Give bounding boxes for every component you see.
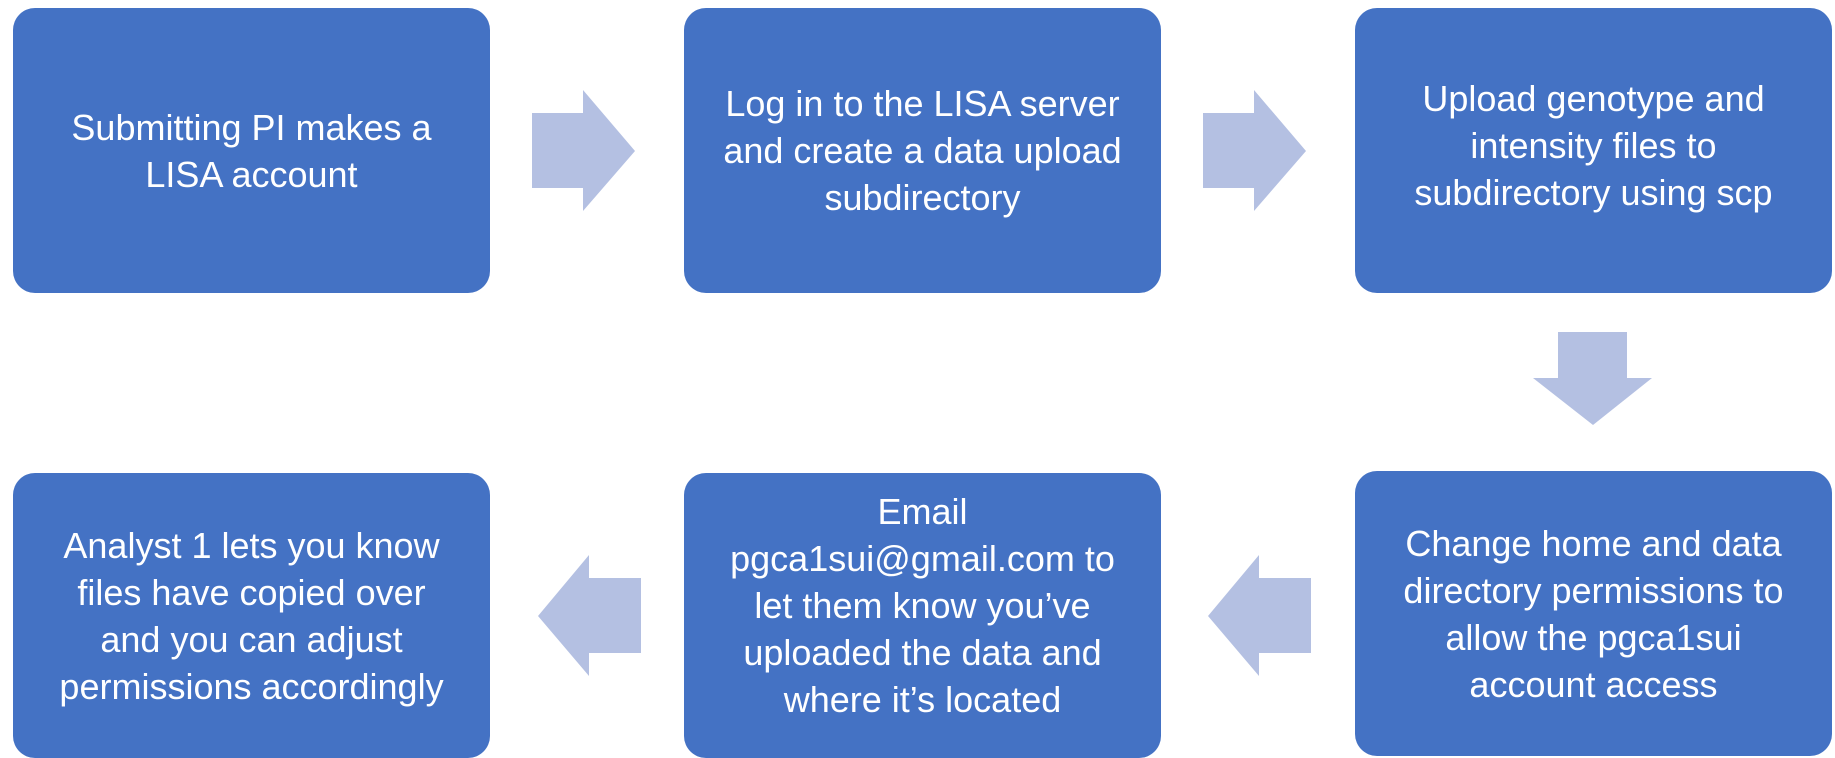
arrow-left-4-to-5: [1208, 555, 1311, 676]
step-2-text: Log in to the LISA server and create a d…: [723, 83, 1122, 218]
step-1-box: Submitting PI makes a LISA account: [13, 8, 490, 293]
arrow-left-5-to-6: [538, 555, 641, 676]
step-3-text: Upload genotype and intensity files to s…: [1414, 78, 1773, 213]
step-1-text: Submitting PI makes a LISA account: [71, 106, 432, 195]
step-4-box: Change home and data directory permissio…: [1355, 471, 1832, 756]
step-6-text: Analyst 1 lets you know files have copie…: [59, 524, 444, 707]
step-4-text: Change home and data directory permissio…: [1403, 522, 1784, 705]
step-5-box: Email pgca1sui@gmail.com to let them kno…: [684, 473, 1161, 758]
step-6-box: Analyst 1 lets you know files have copie…: [13, 473, 490, 758]
step-2-box: Log in to the LISA server and create a d…: [684, 8, 1161, 293]
step-5-text: Email pgca1sui@gmail.com to let them kno…: [730, 491, 1115, 720]
arrow-right-2-to-3: [1203, 90, 1306, 211]
arrow-down-3-to-4: [1533, 332, 1652, 425]
arrow-right-1-to-2: [532, 90, 635, 211]
process-flow-diagram: Submitting PI makes a LISA account Log i…: [0, 0, 1835, 758]
step-3-box: Upload genotype and intensity files to s…: [1355, 8, 1832, 293]
